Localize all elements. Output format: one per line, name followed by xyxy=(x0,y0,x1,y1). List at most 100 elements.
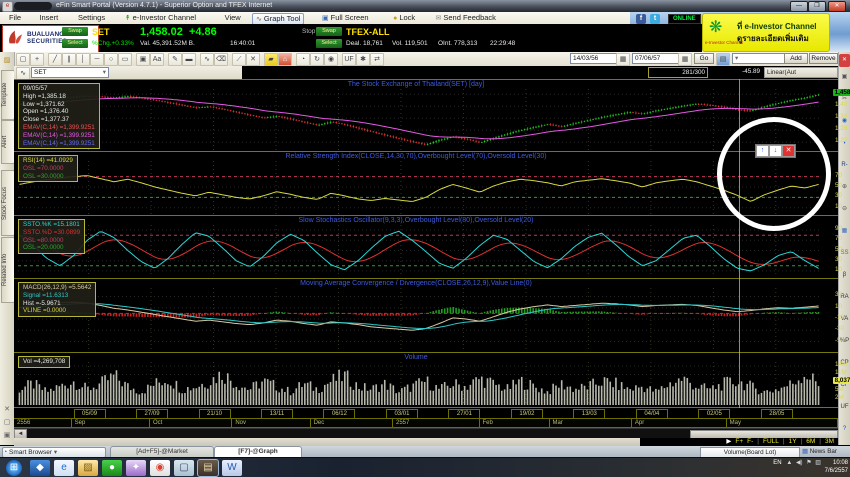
menu-item-insert[interactable]: Insert xyxy=(36,13,61,23)
set-swap-button[interactable]: Swap xyxy=(62,27,88,36)
scale-selector[interactable]: Linear(Aut xyxy=(764,67,838,78)
indicator-icon[interactable]: ∿ xyxy=(200,53,214,66)
photo-app-icon[interactable]: ✦ xyxy=(126,460,146,476)
news-bar-toggle[interactable]: ▦ News Bar xyxy=(802,447,848,456)
price-panel[interactable]: The Stock Exchange of Thailand(SET) [day… xyxy=(14,79,838,152)
parallel-line-icon[interactable]: ∥ xyxy=(62,53,76,66)
stochastics-plot[interactable] xyxy=(18,216,820,279)
buy-sell-icon[interactable]: ⌂ xyxy=(278,53,292,66)
tab-market[interactable]: [Ad+F5]-@Market xyxy=(110,446,214,457)
trend-line-icon[interactable]: ╱ xyxy=(48,53,62,66)
speaker-icon[interactable]: ◀) xyxy=(796,460,803,466)
text-icon[interactable]: Aa xyxy=(150,53,164,66)
tab-graph[interactable]: [F7]-@Graph xyxy=(214,446,302,457)
play-forward-button[interactable]: ▶ xyxy=(726,438,731,445)
maximize-button[interactable]: ❐ xyxy=(808,1,826,12)
symbol-favorites-combobox[interactable]: ▾ xyxy=(732,53,786,64)
e-investor-banner[interactable]: ❋ e-Investor Channel ที่ e-Investor Chan… xyxy=(702,13,830,52)
date-from-input[interactable]: 14/03/56 xyxy=(570,53,618,64)
price-plot[interactable] xyxy=(18,80,820,152)
menu-item-send-feedback[interactable]: ✉ Send Feedback xyxy=(433,13,499,23)
zoom-preset-6m[interactable]: 6M xyxy=(806,438,815,445)
menu-item-settings[interactable]: Settings xyxy=(75,13,108,23)
add-button[interactable]: Add xyxy=(784,53,808,64)
line-style-icon[interactable]: ▬ xyxy=(182,53,196,66)
go-button[interactable]: Go xyxy=(694,53,714,64)
sidebar-tab-stock-focus[interactable]: Stock Focus xyxy=(1,170,15,236)
sidebar-tab-related-info[interactable]: Related Info xyxy=(1,237,15,303)
sidebar-tab-template[interactable]: Template xyxy=(1,70,15,120)
twitter-icon[interactable]: t xyxy=(650,14,660,24)
file-explorer-icon[interactable]: ▨ xyxy=(78,460,98,476)
set-symbol[interactable]: SET xyxy=(92,27,110,37)
menu-item-full-screen[interactable]: ▣ Full Screen xyxy=(319,13,372,23)
close-overlay-button[interactable]: ✕ xyxy=(782,145,795,157)
macd-panel[interactable]: Moving Average Convergence / Divergence(… xyxy=(14,278,838,353)
tfex-select-button[interactable]: Select xyxy=(316,39,342,48)
network-icon[interactable]: ⚑ xyxy=(806,460,811,466)
close-rail-icon[interactable]: ✕ xyxy=(1,404,13,415)
pen-icon[interactable]: ✎ xyxy=(168,53,182,66)
scroll-up-button[interactable]: ↑ xyxy=(756,145,769,157)
facebook-icon[interactable]: f xyxy=(636,14,646,24)
restore-rail-icon[interactable]: ▢ xyxy=(1,417,13,428)
chrome-icon[interactable]: ◉ xyxy=(150,460,170,476)
star-icon[interactable]: ✱ xyxy=(356,53,370,66)
set-select-button[interactable]: Select xyxy=(62,39,88,48)
template-folder-icon[interactable]: ▨ xyxy=(1,56,13,64)
image-icon[interactable]: ▣ xyxy=(136,53,150,66)
zoom-preset-fminus[interactable]: F- xyxy=(747,438,753,445)
menu-item-e-investor-channel[interactable]: ↟ e-Investor Channel xyxy=(122,13,199,23)
stochastics-panel[interactable]: Slow Stochastics Oscillator(9,3,3),Overb… xyxy=(14,215,838,279)
globe-icon[interactable]: ◉ xyxy=(324,53,338,66)
favorite-icon[interactable]: ▤ xyxy=(716,53,730,66)
volume-panel[interactable]: Volume Vol =4,269,708 xyxy=(14,352,838,408)
zoom-preset-1y[interactable]: 1Y xyxy=(789,438,797,445)
highlighter-icon[interactable]: ▰ xyxy=(264,53,278,66)
word-app-icon[interactable]: W xyxy=(222,460,242,476)
menu-item-view[interactable]: View xyxy=(222,13,244,23)
system-tray[interactable]: EN ▲ ◀) ⚑ ▥ 10:08 7/6/2557 xyxy=(773,459,848,475)
r-minus-icon[interactable]: R- xyxy=(839,159,850,172)
snipping-tool-icon[interactable]: ▢ xyxy=(174,460,194,476)
uf-icon[interactable]: UF xyxy=(839,401,850,414)
eraser-icon[interactable]: ⌫ xyxy=(214,53,228,66)
action-center-icon[interactable]: ▥ xyxy=(815,460,821,466)
close-chart-icon[interactable]: ✕ xyxy=(839,54,850,67)
tray-expand-icon[interactable]: ▲ xyxy=(786,460,792,466)
pointer-icon[interactable]: ▢ xyxy=(16,53,30,66)
refresh-icon[interactable]: ↻ xyxy=(310,53,324,66)
figure-icon[interactable]: ⟋ xyxy=(232,53,246,66)
uf-icon[interactable]: UF xyxy=(342,53,356,66)
zoom-preset-full[interactable]: FULL xyxy=(763,438,779,445)
efin-trade-app-icon[interactable]: ▤ xyxy=(197,459,219,477)
help-icon[interactable]: ? xyxy=(839,423,850,436)
start-orb-icon[interactable]: ⊞ xyxy=(6,460,22,476)
calendar-to-icon[interactable]: ▦ xyxy=(678,53,692,66)
tfex-swap-button[interactable]: Swap xyxy=(316,27,342,36)
history-icon[interactable]: ◔ xyxy=(296,53,310,66)
calendar-from-icon[interactable]: ▦ xyxy=(616,53,630,66)
chart-type-icon[interactable]: ▣ xyxy=(839,71,850,84)
line-app-icon[interactable]: ● xyxy=(102,460,122,476)
delete-icon[interactable]: ✕ xyxy=(246,53,260,66)
ellipse-icon[interactable]: ○ xyxy=(104,53,118,66)
smart-portal-app-icon[interactable]: ◆ xyxy=(30,460,50,476)
menu-item-lock[interactable]: ● Lock xyxy=(390,13,418,23)
symbol-combobox[interactable]: SET ▾ xyxy=(31,67,109,78)
close-button[interactable]: ✕ xyxy=(828,1,846,12)
volume-plot[interactable] xyxy=(18,353,820,408)
tfex-symbol[interactable]: TFEX-ALL xyxy=(346,27,390,37)
minimize-button[interactable]: — xyxy=(790,1,808,12)
rectangle-icon[interactable]: ▭ xyxy=(118,53,132,66)
language-indicator[interactable]: EN xyxy=(773,460,781,466)
dock-rail-icon[interactable]: ▣ xyxy=(1,430,13,441)
sidebar-tab-alert[interactable]: Alert xyxy=(1,120,15,164)
horizontal-line-icon[interactable]: ─ xyxy=(90,53,104,66)
scroll-down-button[interactable]: ↓ xyxy=(769,145,782,157)
zoom-preset-fplus[interactable]: F+ xyxy=(735,438,743,445)
internet-explorer-icon[interactable]: e xyxy=(54,460,74,476)
date-to-input[interactable]: 07/06/57 xyxy=(632,53,680,64)
menu-item-file[interactable]: File xyxy=(6,13,24,23)
zoom-preset-3m[interactable]: 3M xyxy=(825,438,834,445)
